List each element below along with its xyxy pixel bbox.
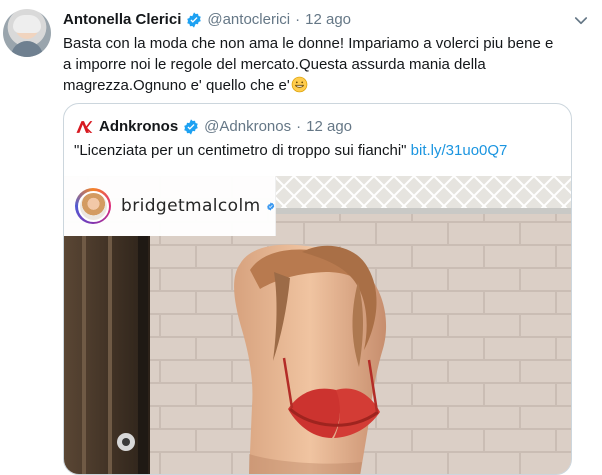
author-handle[interactable]: @antoclerici xyxy=(207,10,290,30)
quoted-verified-badge-icon xyxy=(182,118,200,136)
instagram-username: bridgetmalcolm xyxy=(121,196,261,216)
quoted-tweet-body: "Licenziata per un centimetro di troppo … xyxy=(74,142,407,159)
author-name[interactable]: Antonella Clerici xyxy=(63,10,181,30)
instagram-avatar xyxy=(75,188,111,224)
tweet-text: Basta con la moda che non ama le donne! … xyxy=(63,33,583,96)
instagram-profile-chip: bridgetmalcolm xyxy=(64,176,276,236)
tweet-header: Antonella Clerici @antoclerici · 12 ago xyxy=(63,10,351,30)
quoted-tweet-text: "Licenziata per un centimetro di troppo … xyxy=(74,141,564,161)
grinning-face-icon xyxy=(291,76,308,93)
instagram-verified-icon xyxy=(266,201,274,211)
quoted-tweet-link[interactable]: bit.ly/31uo0Q7 xyxy=(411,142,508,159)
quoted-tweet-card[interactable]: Adnkronos @Adnkronos · 12 ago "Licenziat… xyxy=(63,103,572,475)
quoted-tweet-media[interactable]: bridgetmalcolm xyxy=(64,176,571,474)
verified-badge-icon xyxy=(185,11,203,29)
tweet-date[interactable]: 12 ago xyxy=(305,10,351,30)
tweet-body: Basta con la moda che non ama le donne! … xyxy=(63,35,554,94)
quoted-tweet-date[interactable]: 12 ago xyxy=(306,117,352,137)
tweet-card: Antonella Clerici @antoclerici · 12 ago … xyxy=(0,0,602,475)
quoted-tweet-header: Adnkronos @Adnkronos · 12 ago xyxy=(74,117,352,137)
quoted-header-separator: · xyxy=(296,118,302,135)
author-avatar[interactable] xyxy=(3,9,51,57)
quoted-author-handle[interactable]: @Adnkronos xyxy=(204,117,291,137)
instagram-avatar-photo xyxy=(77,190,109,222)
chevron-down-icon[interactable] xyxy=(572,12,590,30)
header-separator: · xyxy=(295,11,301,28)
quoted-author-name[interactable]: Adnkronos xyxy=(99,117,178,137)
adnkronos-logo-icon xyxy=(76,121,93,133)
